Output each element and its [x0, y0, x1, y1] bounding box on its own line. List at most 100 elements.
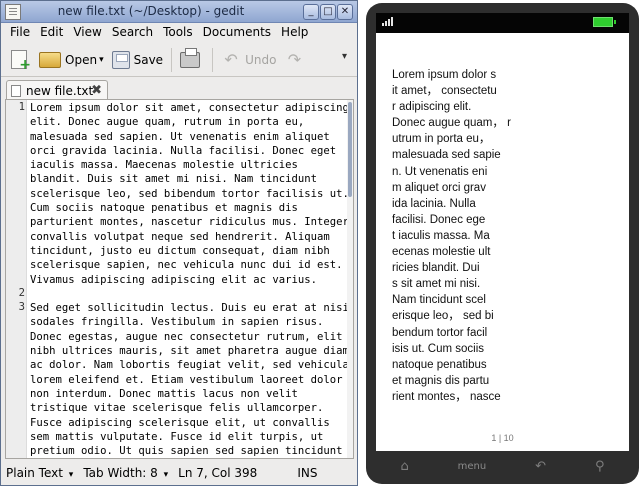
tab-close-icon[interactable]: ✖: [91, 83, 102, 98]
text-line: ricies blandit. Dui: [392, 262, 480, 275]
vertical-scrollbar[interactable]: [347, 100, 353, 458]
text-line: Cum sociis natoque penatibus et magnis d…: [30, 202, 298, 215]
ebook-reader-page[interactable]: Lorem ipsum dolor s it amet， consectetu r …: [376, 33, 629, 451]
text-line: [30, 287, 348, 301]
text-editor[interactable]: 1 2 3 Lorem ipsum dolor sit amet, consec…: [5, 99, 354, 459]
text-line: rient montes， nasce: [392, 390, 501, 403]
page-indicator: 1 | 10: [491, 433, 514, 443]
chevron-down-icon[interactable]: ▾: [99, 55, 104, 65]
save-button[interactable]: Save: [108, 46, 167, 74]
menu-edit[interactable]: Edit: [35, 23, 68, 43]
text-line: elit. Donec augue quam, rutrum in porta …: [30, 116, 305, 129]
print-button[interactable]: [176, 46, 208, 74]
text-line: nibh ultrices mauris, sit amet pharetra …: [30, 345, 349, 358]
menu-file[interactable]: File: [5, 23, 35, 43]
insert-mode: INS: [297, 466, 318, 480]
text-line: isis ut. Cum sociis: [392, 342, 485, 355]
text-line: non interdum. Donec mattis lacus non vel…: [30, 387, 298, 400]
text-line: iaculis massa. Maecenas molestie ultrici…: [30, 159, 298, 172]
toolbar-separator: [171, 47, 173, 72]
text-line: ecenas molestie ult: [392, 246, 491, 259]
line-number: 3: [18, 301, 25, 313]
undo-button[interactable]: ↶ Undo: [217, 46, 280, 74]
line-number: 2: [18, 287, 25, 299]
language-label: Plain Text: [6, 466, 63, 480]
text-line: tincidunt, justo eu dictum consequat, di…: [30, 244, 330, 257]
text-line: lorem eleifend et. Etiam vestibulum laor…: [30, 373, 343, 386]
menu-help[interactable]: Help: [276, 23, 313, 43]
minimize-button[interactable]: _: [303, 4, 319, 20]
text-line: erisque leo， sed bi: [392, 310, 494, 323]
save-button-label: Save: [133, 52, 164, 67]
text-line: Nam tincidunt scel: [392, 294, 486, 307]
back-icon[interactable]: ↶: [535, 459, 546, 474]
text-line: tristique vitae scelerisque felis ullamc…: [30, 402, 324, 415]
text-line: it amet， consectetu: [392, 85, 497, 98]
redo-arrow-icon: ↷: [287, 49, 302, 69]
text-line: scelerisque sapien, nec vehicula nunc du…: [30, 259, 343, 272]
text-line: Fusce adipiscing scelerisque elit, ut co…: [30, 416, 330, 429]
text-line: ida lacinia. Nulla: [392, 197, 476, 210]
tab-new-file[interactable]: new file.txt ✖: [6, 80, 108, 101]
tab-label: new file.txt: [26, 84, 94, 98]
text-line: utrum in porta eu，: [392, 133, 491, 146]
text-line: convallis volutpat neque sed hendrerit. …: [30, 230, 330, 243]
save-icon: [111, 50, 130, 69]
search-icon[interactable]: ⚲: [595, 459, 605, 474]
gedit-window: new file.txt (~/Desktop) - gedit _ □ ✕ F…: [0, 0, 358, 486]
menu-search[interactable]: Search: [107, 23, 158, 43]
phone-status-bar: [376, 13, 629, 33]
text-line: ac dolor. Nam lobortis feugiat velit, se…: [30, 359, 349, 372]
chevron-down-icon: ▾: [163, 470, 169, 480]
menu-view[interactable]: View: [68, 23, 106, 43]
line-number: 1: [18, 101, 25, 113]
printer-icon: [180, 47, 201, 68]
text-line: malesuada sed sapie: [392, 149, 501, 162]
undo-button-label: Undo: [245, 52, 277, 67]
text-line: bendum tortor facil: [392, 326, 488, 339]
language-selector[interactable]: Plain Text ▾: [1, 466, 78, 480]
text-line: sodales fringilla. Vestibulum in sapien …: [30, 316, 324, 329]
status-bar: Plain Text ▾ Tab Width: 8 ▾ Ln 7, Col 39…: [1, 461, 357, 485]
text-line: Lorem ipsum dolor s: [392, 69, 497, 81]
scrollbar-thumb[interactable]: [348, 102, 352, 197]
tab-width-selector[interactable]: Tab Width: 8 ▾: [78, 466, 173, 480]
redo-button[interactable]: ↷: [280, 46, 312, 74]
text-line: pretium odio. Ut quis sapien sed sapien …: [30, 445, 343, 458]
text-line: natoque penatibus: [392, 358, 487, 371]
text-line: facilisi. Donec ege: [392, 213, 486, 226]
new-document-icon: [11, 50, 31, 72]
text-line: orci gravida lacinia. Nulla facilisi. Do…: [30, 144, 337, 157]
text-line: Sed eget sollicitudin lectus. Duis eu er…: [30, 302, 349, 315]
toolbar: Open ▾ Save ↶ Undo ↷ ▾: [1, 43, 357, 77]
text-line: malesuada sed sapien. Ut venenatis enim …: [30, 130, 330, 143]
text-line: r adipiscing elit.: [392, 101, 472, 114]
editor-text[interactable]: Lorem ipsum dolor sit amet, consectetur …: [30, 101, 349, 458]
new-document-button[interactable]: [7, 46, 35, 74]
text-line: scelerisque leo, sed bibendum tortor fac…: [30, 187, 349, 200]
home-icon[interactable]: ⌂: [400, 459, 408, 474]
text-line: Donec egestas, augue nec consectetur rut…: [30, 330, 343, 343]
menu-tools[interactable]: Tools: [158, 23, 198, 43]
close-button[interactable]: ✕: [337, 4, 353, 20]
text-line: n. Ut venenatis eni: [392, 165, 488, 178]
text-line: Donec augue quam， r: [392, 117, 511, 130]
title-bar[interactable]: new file.txt (~/Desktop) - gedit _ □ ✕: [1, 1, 357, 23]
menu-bar: File Edit View Search Tools Documents He…: [1, 23, 357, 43]
maximize-button[interactable]: □: [320, 4, 336, 20]
signal-strength-icon: [382, 17, 393, 26]
phone-device: Lorem ipsum dolor s it amet， consectetu r …: [366, 3, 639, 484]
tab-width-label: Tab Width: 8: [83, 466, 158, 480]
toolbar-overflow-chevron-icon[interactable]: ▾: [342, 51, 347, 62]
menu-documents[interactable]: Documents: [198, 23, 276, 43]
text-line: s sit amet mi nisi.: [392, 278, 481, 291]
text-document-icon: [11, 85, 21, 97]
text-line: parturient montes, nascetur ridiculus mu…: [30, 216, 349, 229]
cursor-position: Ln 7, Col 398: [178, 466, 258, 480]
menu-button[interactable]: menu: [458, 461, 487, 472]
battery-icon: [593, 17, 616, 27]
text-line: sem mattis vulputate. Fusce id elit turp…: [30, 430, 324, 443]
open-button[interactable]: Open ▾: [35, 46, 108, 74]
text-line: m aliquet orci grav: [392, 181, 486, 194]
text-line: Vivamus adipiscing adipiscing elit ac va…: [30, 273, 318, 286]
